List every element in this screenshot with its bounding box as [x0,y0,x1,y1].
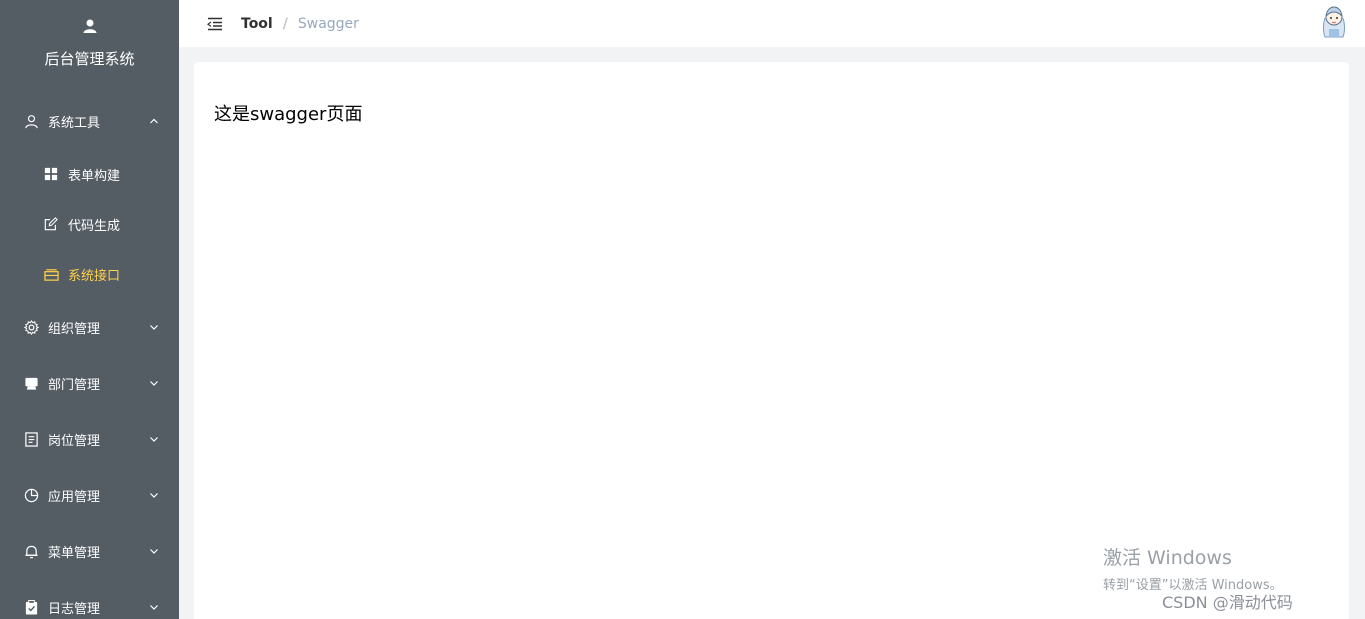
csdn-watermark: CSDN @滑动代码 [1162,593,1293,612]
submenu-label: 表单构建 [68,168,121,184]
breadcrumb-separator: / [282,15,288,32]
brand: 后台管理系统 [0,0,179,92]
chevron-up-icon [149,116,159,126]
menu-label: 部门管理 [48,377,101,393]
chevron-down-icon [149,434,159,444]
avatar[interactable] [1321,4,1347,38]
bell-icon [23,543,39,559]
collapse-menu-icon[interactable] [207,17,223,31]
menu-menu[interactable]: 菜单管理 [0,523,179,579]
gear-icon [23,319,39,335]
sidebar: 后台管理系统 系统工具 表单构建 代码生成 系统接口 组织管理 部门管理 岗位管… [0,0,179,619]
main-content-card: 这是swagger页面 [194,62,1349,619]
tray-icon [43,266,59,282]
page-text: 这是swagger页面 [214,104,363,125]
menu-label: 日志管理 [48,601,101,617]
submenu-form-builder[interactable]: 表单构建 [0,149,179,199]
pie-chart-icon [23,487,39,503]
windows-activation-watermark: 激活 Windows 转到“设置”以激活 Windows。 [1103,543,1283,593]
menu-app[interactable]: 应用管理 [0,467,179,523]
menu-log[interactable]: 日志管理 [0,579,179,619]
document-icon [23,431,39,447]
chevron-down-icon [149,490,159,500]
submenu-system-api[interactable]: 系统接口 [0,249,179,299]
user-logo-icon [83,19,96,33]
menu-label: 应用管理 [48,489,101,505]
clipboard-icon [23,599,39,615]
breadcrumb: Tool / Swagger [241,16,359,32]
menu-label: 菜单管理 [48,545,101,561]
brand-title: 后台管理系统 [44,50,135,68]
top-navbar: Tool / Swagger [179,0,1365,47]
menu-system-tools[interactable]: 系统工具 [0,93,179,149]
breadcrumb-item-tool[interactable]: Tool [241,16,273,32]
box-icon [23,375,39,391]
chevron-down-icon [149,378,159,388]
submenu-label: 系统接口 [68,268,121,284]
breadcrumb-item-swagger: Swagger [297,15,359,32]
menu-post[interactable]: 岗位管理 [0,411,179,467]
menu-dept[interactable]: 部门管理 [0,355,179,411]
chevron-down-icon [149,546,159,556]
chevron-down-icon [149,602,159,612]
menu-org[interactable]: 组织管理 [0,299,179,355]
menu-label: 系统工具 [48,115,101,131]
submenu-label: 代码生成 [68,218,121,234]
watermark-line1: 激活 Windows [1103,547,1232,569]
chevron-down-icon [149,322,159,332]
menu-label: 组织管理 [48,321,101,337]
submenu-code-gen[interactable]: 代码生成 [0,199,179,249]
edit-icon [43,216,59,232]
menu-label: 岗位管理 [48,433,101,449]
user-icon [23,113,39,129]
grid-icon [43,166,59,182]
